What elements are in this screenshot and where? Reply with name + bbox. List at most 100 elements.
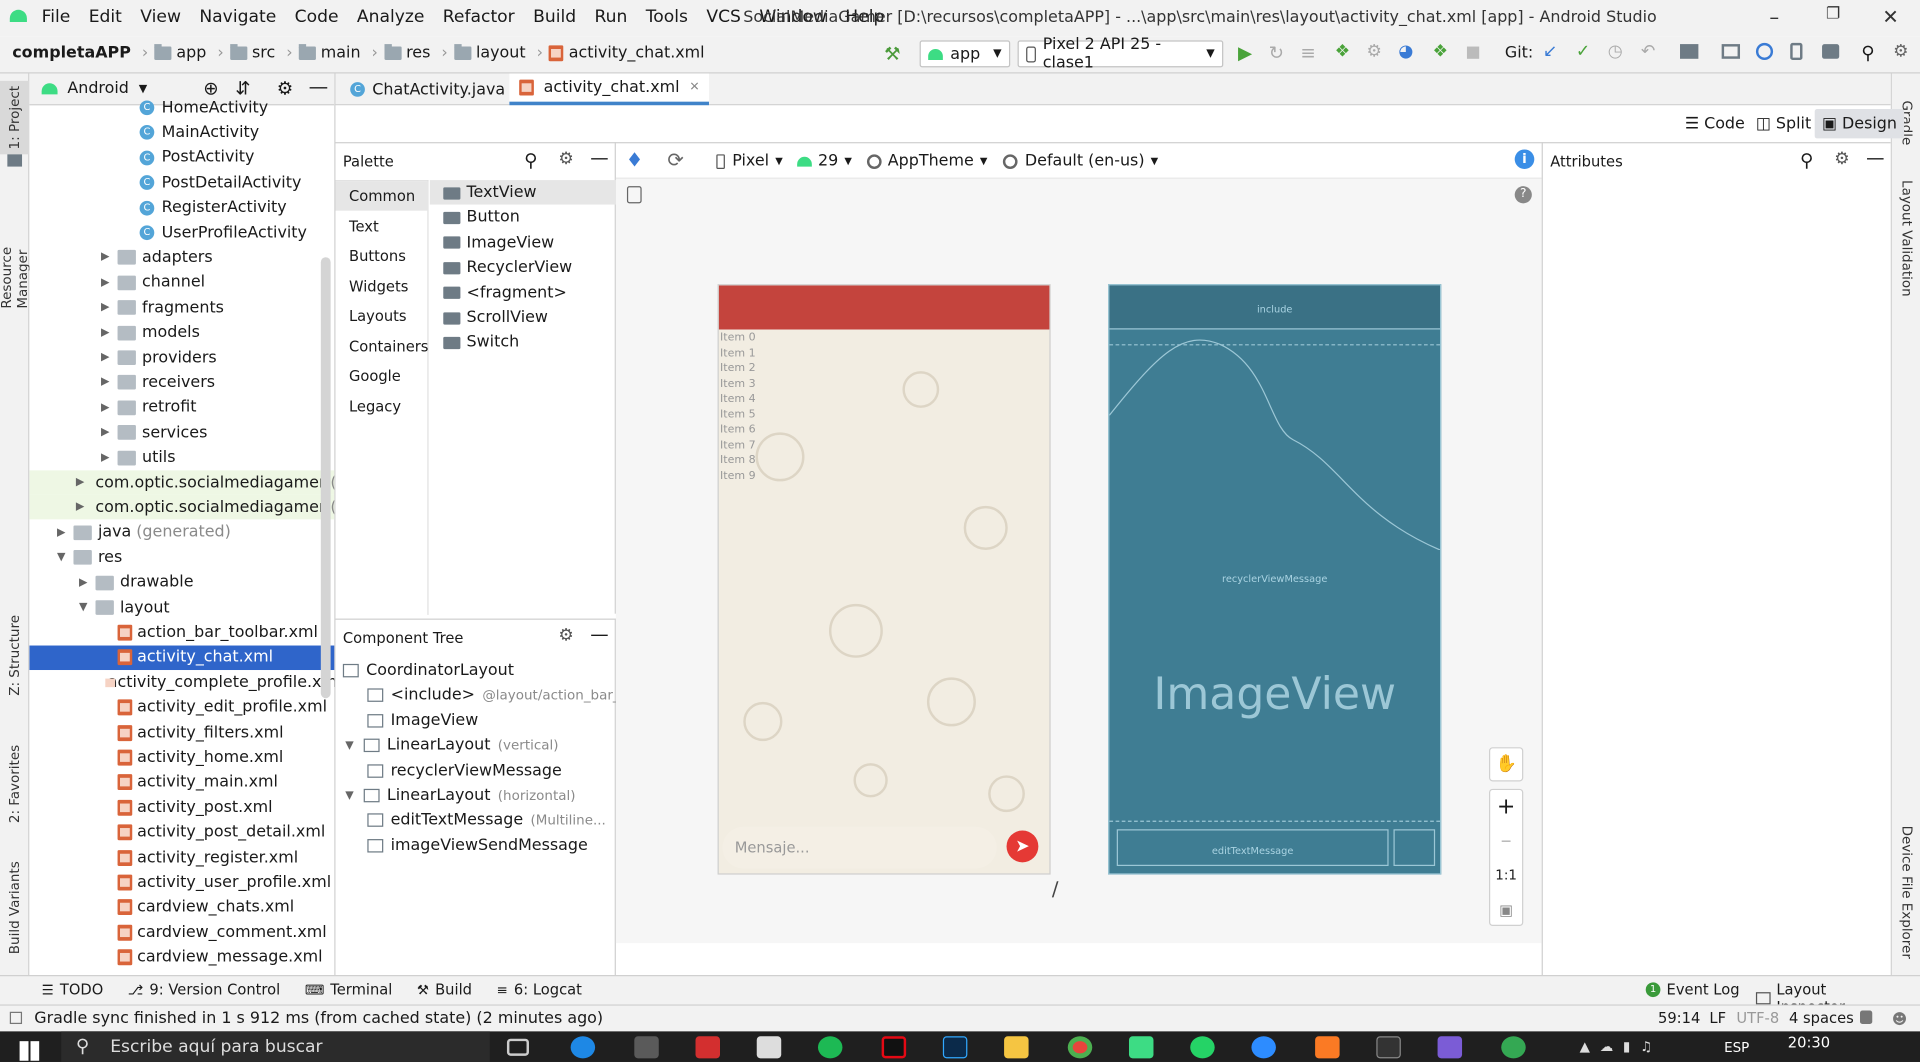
component-tree-row[interactable]: ▼ LinearLayout (horizontal) [345,786,575,804]
tool-tab-device-file-explorer[interactable]: Device File Explorer [1892,818,1920,965]
git-history-icon[interactable]: ◷ [1608,42,1623,62]
event-log-tab[interactable]: 1 Event Log [1645,981,1740,998]
project-scrollbar[interactable] [320,257,331,699]
pan-button[interactable]: ✋ [1488,747,1524,782]
project-tree-row[interactable]: ▼ res [29,545,334,569]
expand-arrow-icon[interactable]: ▶ [76,476,84,488]
component-tree-row[interactable]: imageViewSendMessage [367,836,588,855]
xampp-icon[interactable] [1315,1036,1340,1059]
indent-setting[interactable]: 4 spaces [1789,1009,1854,1026]
status-message[interactable]: Gradle sync finished in 1 s 912 ms (from… [34,1009,603,1027]
project-tree-row[interactable]: activity_main.xml [29,770,334,794]
component-tree-row[interactable]: ImageView [367,711,478,730]
breadcrumb-item[interactable]: res [384,44,430,62]
zoom-in-button[interactable]: + [1490,790,1522,824]
menu-run[interactable]: Run [594,7,627,27]
expand-arrow-icon[interactable]: ▶ [98,352,113,364]
palette-toggle-icon[interactable] [626,186,642,204]
info-icon[interactable]: i [1514,149,1535,170]
resource-icon[interactable] [1822,44,1840,59]
palette-item[interactable]: ImageView [443,234,554,252]
palette-item[interactable]: Button [443,209,520,227]
project-tree-row[interactable]: C PostActivity [29,146,334,170]
close-tab-icon[interactable]: ✕ [689,81,699,94]
project-tree-row[interactable]: activity_edit_profile.xml [29,695,334,719]
palette-item[interactable]: TextView [443,184,537,202]
gear-icon[interactable]: ⚙ [1834,149,1849,169]
project-tree-row[interactable]: activity_home.xml [29,745,334,769]
component-tree-row[interactable]: <include> @layout/action_bar_... [367,686,632,705]
search-icon[interactable]: ⚲ [524,149,537,171]
memory-indicator-icon[interactable]: ☻ [1892,1011,1907,1028]
project-tree-row[interactable]: ▶ models [29,320,334,344]
mail-icon[interactable] [756,1036,782,1059]
project-tree-row[interactable]: C PostDetailActivity [29,170,334,194]
breadcrumb-item[interactable]: main [298,44,361,62]
api-picker[interactable]: 29 ▼ [797,152,852,170]
project-tree-row[interactable]: action_bar_toolbar.xml [29,620,334,644]
project-tree-row[interactable]: ▶ services [29,420,334,444]
maps-icon[interactable] [1501,1036,1526,1059]
zoom-reset-button[interactable]: 1:1 [1490,859,1522,893]
avd-manager-icon[interactable] [1755,42,1774,61]
component-tree-row[interactable]: CoordinatorLayout [342,661,514,680]
taskbar-search[interactable]: ⚲ Escribe aquí para buscar [61,1031,490,1062]
expand-arrow-icon[interactable]: ▶ [98,451,113,463]
project-tree-row[interactable]: C MainActivity [29,121,334,145]
project-tree-row[interactable]: ▶com.optic.socialmediagamer(ar [29,470,335,495]
project-tree-row[interactable]: activity_filters.xml [29,720,334,744]
windows-start-icon[interactable] [19,1041,40,1061]
red-app-icon[interactable] [695,1036,721,1059]
project-tree-row[interactable]: ▶ retrofit [29,395,334,419]
menu-view[interactable]: View [140,7,181,27]
device-picker[interactable]: Pixel ▼ [716,152,783,170]
stop-icon[interactable] [1466,46,1480,59]
resize-handle-icon[interactable]: ∕ [1052,877,1059,900]
project-tree-row[interactable]: ▶ adapters [29,245,334,269]
run-icon[interactable]: ▶ [1238,42,1252,64]
android-studio-taskbar-icon[interactable] [1128,1036,1154,1059]
task-view-icon[interactable] [506,1038,529,1056]
component-tree-row[interactable]: ▼ LinearLayout (vertical) [345,736,558,754]
whatsapp-icon[interactable] [1190,1036,1215,1059]
clock-time[interactable]: 20:30 [1788,1034,1830,1051]
project-tree-row[interactable]: ▶ providers [29,345,334,369]
menu-code[interactable]: Code [295,7,339,27]
search-icon[interactable]: ⚲ [1800,149,1813,171]
attach-debugger-icon[interactable]: ⚙ [1367,42,1382,62]
component-tree-row[interactable]: editTextMessage (Multiline... [367,811,606,830]
bottom-tab[interactable]: ☰ TODO [42,981,104,998]
locale-picker[interactable]: Default (en-us) ▼ [1002,152,1158,170]
project-tree-row[interactable]: activity_user_profile.xml [29,870,334,894]
lock-icon[interactable] [1860,1010,1873,1025]
menu-vcs[interactable]: VCS [706,7,741,27]
attach-process-icon[interactable]: ❖ [1433,42,1448,62]
collapse-arrow-icon[interactable]: ▼ [54,551,69,563]
tool-tab-resource-manager[interactable]: Resource Manager [0,186,31,309]
tool-tab-build-variants[interactable]: Build Variants [0,853,29,963]
tool-tab-layout-validation[interactable]: Layout Validation [1892,171,1920,306]
zoom-out-button[interactable]: – [1490,824,1522,858]
project-tree-row[interactable]: cardview_chats.xml [29,895,334,919]
blueprint-send-image[interactable] [1393,829,1436,867]
expand-arrow-icon[interactable]: ▶ [98,302,113,314]
design-canvas[interactable]: ? Item 0 Item 1 Item 2 Item 3 Item 4 Item 5 It… [615,178,1542,944]
bottom-tab[interactable]: ⎇ 9: Version Control [128,981,280,998]
zoom-fit-button[interactable]: ▣ [1490,893,1522,927]
orientation-icon[interactable]: ⟳ [667,148,683,171]
hide-panel-icon[interactable]: — [590,623,608,645]
collapse-arrow-icon[interactable]: ▼ [345,739,353,751]
git-rollback-icon[interactable]: ↶ [1641,42,1655,62]
menu-build[interactable]: Build [533,7,576,27]
search-everywhere-icon[interactable]: ⚲ [1861,42,1874,64]
device-manager-icon[interactable] [1790,42,1803,61]
palette-item[interactable]: Switch [443,334,519,352]
hide-panel-icon[interactable]: — [1866,147,1884,169]
project-tree-row[interactable]: activity_post.xml [29,795,334,819]
project-tree-row[interactable]: activity_complete_profile.xml [29,670,334,694]
status-toggle-icon[interactable] [9,1011,23,1025]
split-mode-button[interactable]: ◫ Split [1756,115,1811,133]
project-tree-row[interactable]: ▼ layout [29,595,334,619]
layers-icon[interactable]: ♦ [626,148,644,171]
tab-chat-activity-java[interactable]: C ChatActivity.java ✕ [340,73,535,105]
